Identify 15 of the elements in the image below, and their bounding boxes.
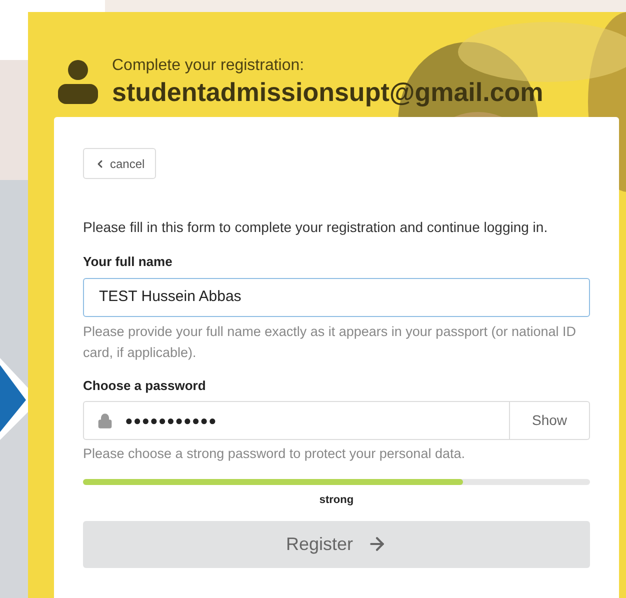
show-password-button[interactable]: Show: [510, 401, 590, 440]
lock-icon: [97, 412, 113, 428]
password-field[interactable]: ●●●●●●●●●●●: [83, 401, 510, 440]
full-name-field[interactable]: TEST Hussein Abbas: [83, 278, 590, 316]
intro-text: Please fill in this form to complete your registration and continue logging in.: [83, 218, 549, 237]
password-value: ●●●●●●●●●●●: [125, 412, 217, 430]
strength-label: strong: [319, 493, 354, 508]
name-help-text: Please provide your full name exactly as it appears in your passport (or national ID card, if applicable).: [83, 322, 578, 362]
password-label: Choose a password: [83, 376, 207, 395]
cancel-button[interactable]: cancel: [83, 148, 156, 179]
user-icon: [58, 60, 98, 104]
email-heading: studentadmissionsupt@gmail.com: [112, 76, 544, 108]
name-label: Your full name: [83, 253, 174, 271]
password-help-text: Please choose a strong password to protect your personal data.: [83, 445, 466, 463]
registration-subtitle: Complete your registration:: [112, 56, 306, 76]
